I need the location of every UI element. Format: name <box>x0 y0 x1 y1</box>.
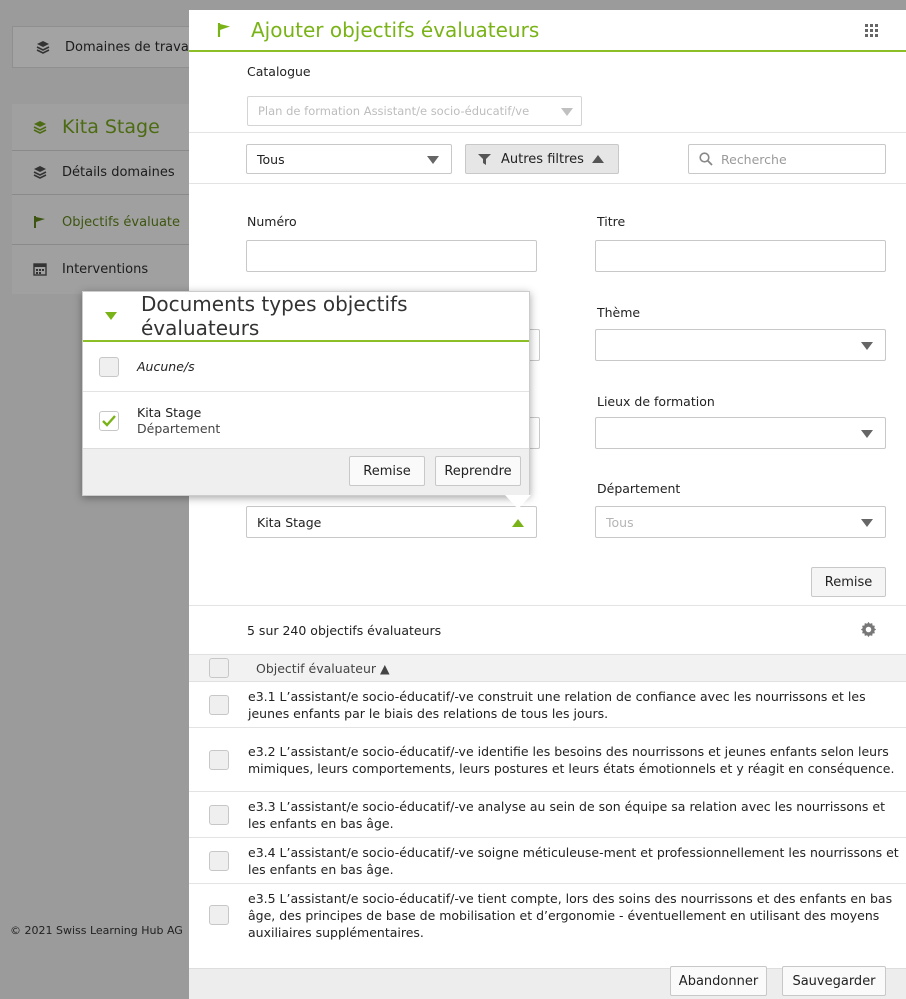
chevron-down-icon <box>861 519 873 527</box>
nav-item-objectives[interactable]: Objectifs évaluate <box>32 214 180 230</box>
option-sublabel: Département <box>137 421 221 436</box>
row-text: e3.2 L’assistant/e socio-éducatif/-ve id… <box>248 743 895 776</box>
departement-label: Département <box>597 481 681 496</box>
row-checkbox[interactable] <box>209 749 229 770</box>
table-header: Objectif évaluateur ▲ <box>189 654 906 682</box>
lieux-label: Lieux de formation <box>597 394 715 409</box>
titre-input[interactable] <box>595 240 886 272</box>
popup-reset-button[interactable]: Remise <box>349 456 425 486</box>
modal-title: Ajouter objectifs évaluateurs <box>251 18 540 42</box>
checkmark-icon <box>102 415 116 427</box>
row-checkbox[interactable] <box>209 905 229 925</box>
chevron-down-icon <box>861 430 873 438</box>
option-checkbox[interactable] <box>99 356 119 377</box>
lieux-select[interactable] <box>595 417 886 449</box>
more-filters-label: Autres filtres <box>501 151 584 167</box>
documents-value: Kita Stage <box>257 514 322 530</box>
save-button[interactable]: Sauvegarder <box>782 966 886 996</box>
nav-item-details[interactable]: Détails domaines <box>32 164 175 180</box>
modal-header: Ajouter objectifs évaluateurs <box>189 10 906 52</box>
nav-item-interventions[interactable]: Interventions <box>32 261 148 277</box>
catalogue-label: Catalogue <box>247 64 311 79</box>
table-row[interactable]: e3.3 L’assistant/e socio-éducatif/-ve an… <box>189 792 906 838</box>
caret-down-icon[interactable] <box>105 312 117 320</box>
numero-input[interactable] <box>246 240 537 272</box>
calendar-icon <box>32 261 48 277</box>
scope-select-value: Tous <box>257 151 285 167</box>
more-filters-button[interactable]: Autres filtres <box>465 144 619 174</box>
apps-grid-icon[interactable] <box>865 24 878 37</box>
gear-icon[interactable] <box>860 621 877 641</box>
layers-icon <box>32 119 48 135</box>
chevron-down-icon <box>427 156 439 164</box>
caret-up-icon <box>591 155 604 163</box>
row-checkbox[interactable] <box>209 804 229 825</box>
documents-select[interactable]: Kita Stage <box>246 506 537 538</box>
popup-apply-button[interactable]: Reprendre <box>435 456 521 486</box>
popup-header: Documents types objectifs évaluateurs <box>83 292 529 342</box>
search-input[interactable]: Recherche <box>688 144 886 174</box>
objectives-table: Objectif évaluateur ▲ e3.1 L’assistant/e… <box>189 654 906 946</box>
option-label: Aucune/s <box>137 359 195 374</box>
row-text: e3.4 L’assistant/e socio-éducatif/-ve so… <box>248 844 899 877</box>
select-all-checkbox[interactable] <box>209 658 229 678</box>
option-checkbox-checked[interactable] <box>99 411 119 431</box>
filter-bar: Tous Autres filtres Recherche <box>189 132 906 184</box>
row-text: e3.5 L’assistant/e socio-éducatif/-ve ti… <box>248 890 893 940</box>
option-kita-stage[interactable]: Kita Stage Département <box>83 392 529 450</box>
results-count: 5 sur 240 objectifs évaluateurs <box>247 623 442 638</box>
table-row[interactable]: e3.2 L’assistant/e socio-éducatif/-ve id… <box>189 728 906 792</box>
results-header: 5 sur 240 objectifs évaluateurs <box>189 605 906 655</box>
filter-icon <box>478 153 491 166</box>
popup-pointer <box>505 495 531 509</box>
departement-select[interactable]: Tous <box>595 506 886 538</box>
side-nav: Kita Stage Détails domaines Objectifs év… <box>12 104 192 294</box>
cancel-button[interactable]: Abandonner <box>670 966 767 996</box>
option-label: Kita Stage <box>137 405 202 420</box>
nav-item-label: Interventions <box>62 261 149 277</box>
row-checkbox[interactable] <box>209 694 229 715</box>
theme-select[interactable] <box>595 329 886 361</box>
layers-icon <box>35 39 51 55</box>
search-icon <box>699 152 713 166</box>
filters-reset-button[interactable]: Remise <box>811 567 886 597</box>
flag-icon <box>217 22 231 41</box>
nav-item-label: Objectifs évaluate <box>62 214 181 230</box>
add-objectives-modal: Ajouter objectifs évaluateurs Catalogue … <box>189 10 906 999</box>
table-row[interactable]: e3.4 L’assistant/e socio-éducatif/-ve so… <box>189 838 906 884</box>
popup-title: Documents types objectifs évaluateurs <box>141 292 408 340</box>
row-checkbox[interactable] <box>209 850 229 871</box>
titre-label: Titre <box>597 214 626 229</box>
modal-footer: Abandonner Sauvegarder <box>189 966 906 999</box>
chevron-down-icon <box>861 342 873 350</box>
copyright-footer: © 2021 Swiss Learning Hub AG <box>10 924 183 937</box>
section-title: Kita Stage <box>62 116 160 138</box>
flag-icon <box>32 214 48 230</box>
row-text: e3.1 L’assistant/e socio-éducatif/-ve co… <box>248 688 866 721</box>
nav-item-label: Détails domaines <box>62 164 175 180</box>
popup-footer: Remise Reprendre <box>83 448 529 495</box>
departement-value: Tous <box>606 514 634 530</box>
domain-item-label: Domaines de trava <box>65 39 189 55</box>
catalogue-value: Plan de formation Assistant/e socio-éduc… <box>258 104 530 118</box>
chevron-down-icon <box>561 108 573 116</box>
layers-icon <box>32 164 48 180</box>
table-row[interactable]: e3.5 L’assistant/e socio-éducatif/-ve ti… <box>189 884 906 946</box>
option-none[interactable]: Aucune/s <box>83 342 529 392</box>
numero-label: Numéro <box>247 214 297 229</box>
table-row[interactable]: e3.1 L’assistant/e socio-éducatif/-ve co… <box>189 682 906 728</box>
scope-select[interactable]: Tous <box>246 144 452 174</box>
document-types-popup: Documents types objectifs évaluateurs Au… <box>82 291 531 509</box>
catalogue-select: Plan de formation Assistant/e socio-éduc… <box>247 96 582 126</box>
search-placeholder: Recherche <box>721 151 787 167</box>
column-header-objective[interactable]: Objectif évaluateur ▲ <box>256 661 390 676</box>
theme-label: Thème <box>597 305 641 320</box>
row-text: e3.3 L’assistant/e socio-éducatif/-ve an… <box>248 798 885 831</box>
caret-up-icon <box>512 519 524 527</box>
domain-card[interactable]: Domaines de trava <box>12 26 192 68</box>
